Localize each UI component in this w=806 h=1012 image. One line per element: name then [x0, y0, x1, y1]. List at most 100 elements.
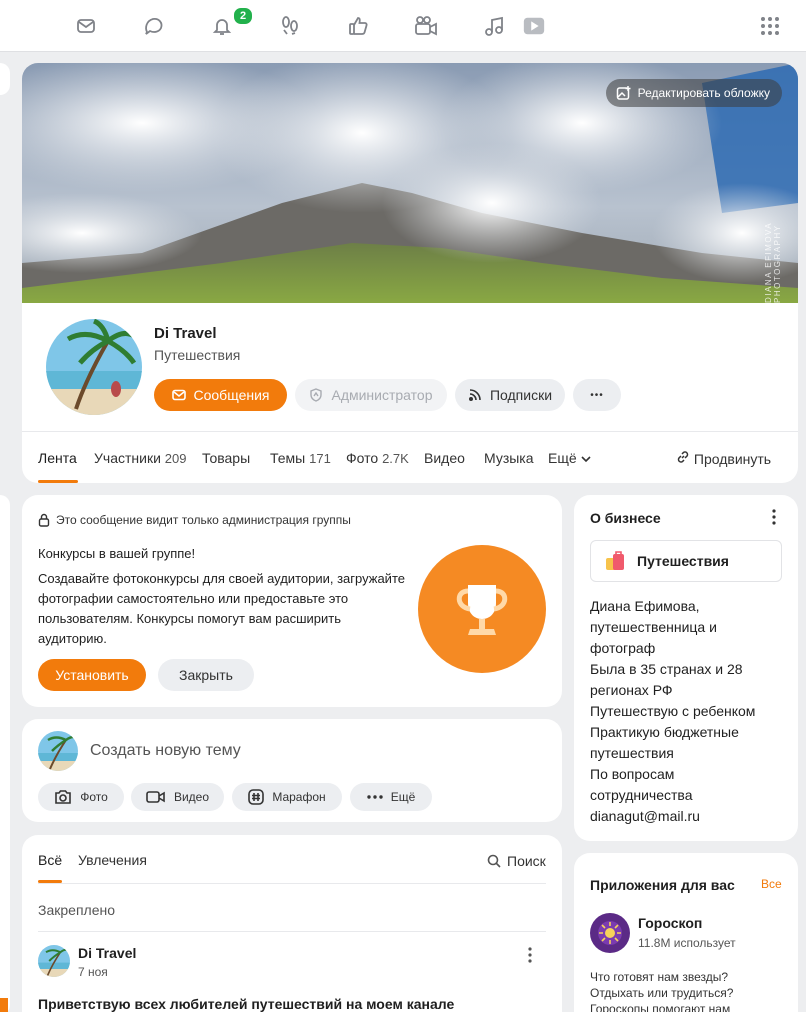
- tab-video[interactable]: Видео: [424, 450, 465, 466]
- app-description-line: Отдыхать или трудиться?: [590, 986, 734, 1000]
- add-marathon-label: Марафон: [272, 790, 326, 804]
- about-line: Практикую бюджетные: [590, 724, 739, 740]
- close-promo-button[interactable]: Закрыть: [158, 659, 254, 691]
- tab-more[interactable]: Ещё: [548, 450, 591, 466]
- about-line: фотограф: [590, 640, 656, 656]
- composer-more-button[interactable]: Ещё: [350, 783, 432, 811]
- edit-cover-button[interactable]: Редактировать обложку: [605, 79, 782, 107]
- post-menu-icon[interactable]: [528, 947, 532, 968]
- feed-tab-all[interactable]: Всё: [38, 852, 62, 868]
- divider: [38, 931, 546, 932]
- about-email[interactable]: dianagut@mail.ru: [590, 806, 790, 827]
- tab-goods[interactable]: Товары: [202, 450, 250, 466]
- image-edit-icon: [616, 86, 631, 100]
- feed-card: Всё Увлечения Поиск Закреплено Di Travel…: [22, 835, 562, 1012]
- composer-more-label: Ещё: [390, 790, 416, 804]
- trophy-icon: [418, 545, 546, 673]
- group-name: Di Travel: [154, 325, 217, 342]
- app-name[interactable]: Гороскоп: [638, 915, 702, 931]
- about-line: Диана Ефимова,: [590, 598, 700, 614]
- video-camera-icon[interactable]: [414, 14, 438, 38]
- messages-label: Сообщения: [193, 387, 270, 403]
- promote-label: Продвинуть: [693, 451, 772, 467]
- horoscope-app-icon[interactable]: [590, 913, 630, 953]
- active-tab-indicator: [38, 480, 78, 483]
- tab-feed[interactable]: Лента: [38, 450, 77, 466]
- video-icon: [146, 791, 165, 803]
- about-line: Была в 35 странах и 28: [590, 661, 743, 677]
- search-icon: [487, 854, 501, 868]
- business-category[interactable]: Путешествия: [590, 540, 782, 582]
- user-avatar: [38, 731, 78, 771]
- messages-button[interactable]: Сообщения: [154, 379, 287, 411]
- add-photo-label: Фото: [80, 790, 108, 804]
- mail-icon[interactable]: [74, 14, 98, 38]
- lock-icon: [38, 513, 50, 527]
- rss-icon: [468, 389, 481, 402]
- about-line: По вопросам: [590, 766, 675, 782]
- left-accent-strip: [0, 998, 8, 1012]
- admin-only-notice-text: Это сообщение видит только администрация…: [56, 513, 351, 527]
- tab-photos-count: 2.7K: [382, 451, 409, 466]
- group-tabs: Лента Участники 209 Товары Темы 171 Фото…: [22, 431, 798, 483]
- tab-photos-label: Фото: [346, 450, 379, 466]
- admin-only-notice: Это сообщение видит только администрация…: [38, 513, 351, 527]
- promo-body: Создавайте фотоконкурсы для своей аудито…: [38, 571, 405, 646]
- cover-image: Редактировать обложку DIANA EFIMOVA PHOT…: [22, 63, 798, 303]
- apps-for-you-card: Приложения для вас Все Гороскоп 11.8M ис…: [574, 853, 798, 1012]
- chat-icon[interactable]: [142, 14, 166, 38]
- tab-music[interactable]: Музыка: [484, 450, 534, 466]
- about-line: регионах РФ: [590, 682, 673, 698]
- apps-grid-icon[interactable]: [758, 14, 782, 38]
- apps-all-link[interactable]: Все: [761, 877, 782, 891]
- business-category-label: Путешествия: [637, 553, 729, 569]
- group-header: Di Travel Путешествия Сообщения Админист…: [22, 303, 798, 483]
- tab-photos[interactable]: Фото 2.7K: [346, 450, 409, 466]
- about-line: путешествия: [590, 745, 674, 761]
- hashtag-icon: [248, 789, 265, 805]
- install-button[interactable]: Установить: [38, 659, 146, 691]
- about-business-card: О бизнесе Путешествия Диана Ефимова, пут…: [574, 495, 798, 841]
- group-avatar[interactable]: [46, 319, 142, 415]
- post-title[interactable]: Приветствую всех любителей путешествий н…: [38, 996, 454, 1012]
- app-description-line: Что готовят нам звезды?: [590, 970, 729, 984]
- new-topic-composer: Создать новую тему Фото Видео Марафон Ещ…: [22, 719, 562, 822]
- tab-members[interactable]: Участники 209: [94, 450, 186, 466]
- like-icon[interactable]: [346, 14, 370, 38]
- feed-search-button[interactable]: Поиск: [487, 853, 546, 869]
- add-photo-button[interactable]: Фото: [38, 783, 124, 811]
- subscriptions-button[interactable]: Подписки: [455, 379, 565, 411]
- music-icon[interactable]: [482, 14, 506, 38]
- chevron-down-icon: [580, 456, 591, 463]
- more-actions-button[interactable]: •••: [573, 379, 621, 411]
- promote-button[interactable]: Продвинуть: [676, 450, 771, 467]
- top-navigation-bar: 2: [0, 0, 806, 52]
- tab-more-label: Ещё: [548, 450, 577, 466]
- post-author-avatar[interactable]: [38, 945, 70, 977]
- app-description: Что готовят нам звезды? Отдыхать или тру…: [590, 969, 733, 1012]
- add-marathon-button[interactable]: Марафон: [232, 783, 342, 811]
- edit-cover-label: Редактировать обложку: [637, 86, 770, 100]
- feed-search-label: Поиск: [507, 853, 546, 869]
- app-description-line: Гороскопы помогают нам: [590, 1002, 731, 1012]
- post-author[interactable]: Di Travel: [78, 945, 136, 961]
- more-dots-icon: [367, 795, 383, 799]
- feed-tab-hobbies[interactable]: Увлечения: [78, 852, 147, 868]
- tab-members-label: Участники: [94, 450, 161, 466]
- tab-topics[interactable]: Темы 171: [270, 450, 331, 466]
- footprints-icon[interactable]: [278, 14, 302, 38]
- link-icon: [677, 451, 689, 463]
- left-sidebar-edge: [0, 63, 10, 95]
- mail-icon: [171, 389, 186, 401]
- about-menu-icon[interactable]: [772, 509, 776, 530]
- about-line: путешественница и: [590, 619, 717, 635]
- new-topic-input[interactable]: Создать новую тему: [90, 742, 241, 760]
- tab-members-count: 209: [164, 451, 187, 466]
- bell-icon[interactable]: [210, 14, 234, 38]
- pinned-label: Закреплено: [38, 902, 115, 918]
- play-icon[interactable]: [522, 14, 546, 38]
- admin-button[interactable]: Администратор: [295, 379, 447, 411]
- add-video-button[interactable]: Видео: [131, 783, 224, 811]
- about-line: Путешествую с ребенком: [590, 703, 756, 719]
- shield-icon: [310, 388, 323, 402]
